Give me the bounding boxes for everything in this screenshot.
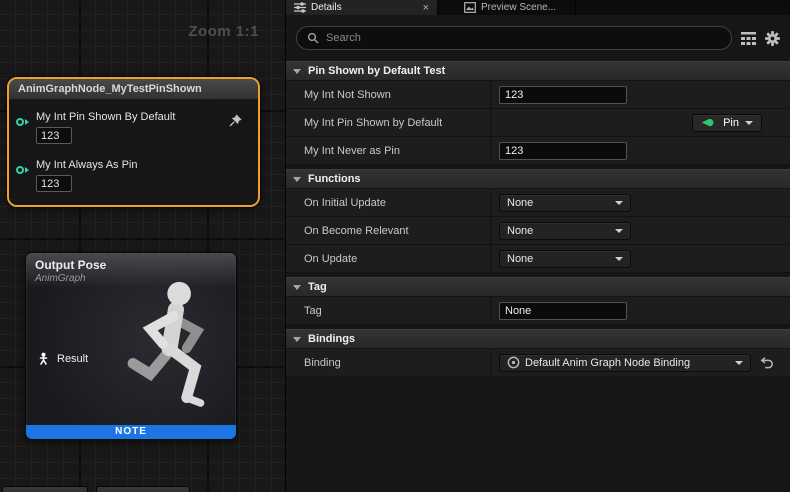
property-label: On Update <box>286 245 491 272</box>
pin-label: My Int Always As Pin <box>36 159 137 171</box>
property-label: On Initial Update <box>286 189 491 216</box>
result-pin-row: Result <box>37 352 88 365</box>
property-row: My Int Not Shown <box>286 81 790 109</box>
section-pin-shown-by-default-test: Pin Shown by Default Test My Int Not Sho… <box>286 61 790 165</box>
dropdown-value: None <box>507 197 533 209</box>
property-label: Tag <box>286 297 491 324</box>
chevron-down-icon <box>615 229 623 233</box>
node-title: Output Pose <box>35 258 227 272</box>
pin-label: My Int Pin Shown By Default <box>36 111 175 123</box>
unreal-editor-window: Zoom 1:1 AnimGraphNode_MyTestPinShown My… <box>0 0 790 492</box>
property-row: On Become Relevant None <box>286 217 790 245</box>
section-header[interactable]: Tag <box>286 277 790 297</box>
search-input[interactable] <box>326 32 721 44</box>
int-pin-icon[interactable] <box>16 118 29 126</box>
section-header[interactable]: Pin Shown by Default Test <box>286 61 790 81</box>
details-icon <box>294 2 306 13</box>
chevron-down-icon <box>615 201 623 205</box>
note-bar[interactable]: NOTE <box>26 425 236 439</box>
tab-label: Details <box>311 2 342 13</box>
node-title[interactable]: AnimGraphNode_MyTestPinShown <box>9 79 258 100</box>
property-label: On Become Relevant <box>286 217 491 244</box>
chevron-down-icon <box>293 337 301 342</box>
tab-bar: Details × Preview Scene... <box>286 0 790 15</box>
tag-input[interactable] <box>499 302 627 320</box>
partial-node[interactable] <box>96 486 190 492</box>
pin-value-input[interactable] <box>36 175 72 192</box>
search-box[interactable] <box>296 26 732 50</box>
chevron-down-icon <box>293 177 301 182</box>
mannequin-figure <box>118 277 236 439</box>
anim-graph-node-selected[interactable]: AnimGraphNode_MyTestPinShown My Int Pin … <box>7 77 260 207</box>
chevron-down-icon <box>293 285 301 290</box>
section-title: Functions <box>308 173 361 185</box>
chevron-down-icon <box>745 121 753 125</box>
section-bindings: Bindings Binding Default Anim Graph Node… <box>286 329 790 377</box>
anim-graph-canvas[interactable]: Zoom 1:1 AnimGraphNode_MyTestPinShown My… <box>0 0 285 492</box>
int-pin-icon[interactable] <box>16 166 29 174</box>
preview-scene-icon <box>464 2 476 13</box>
property-row: On Update None <box>286 245 790 273</box>
section-title: Tag <box>308 281 327 293</box>
details-empty-area <box>286 377 790 492</box>
property-row: My Int Never as Pin <box>286 137 790 165</box>
binding-icon <box>507 356 520 369</box>
pushpin-icon[interactable] <box>229 114 242 130</box>
on-become-relevant-dropdown[interactable]: None <box>499 222 631 240</box>
my-int-not-shown-input[interactable] <box>499 86 627 104</box>
chevron-down-icon <box>735 361 743 365</box>
property-row: Tag <box>286 297 790 325</box>
chevron-down-icon <box>293 69 301 74</box>
search-icon <box>307 32 319 44</box>
pose-pin-icon[interactable] <box>37 352 50 365</box>
partial-node[interactable] <box>2 486 88 492</box>
property-row: My Int Pin Shown by Default Pin <box>286 109 790 137</box>
tab-preview-scene[interactable]: Preview Scene... <box>456 0 576 15</box>
property-label: My Int Not Shown <box>286 81 491 108</box>
node-body: My Int Pin Shown By Default My Int Alway… <box>9 100 258 205</box>
pin-visibility-dropdown[interactable]: Pin <box>692 114 762 132</box>
pin-icon <box>701 118 717 127</box>
dropdown-value: None <box>507 225 533 237</box>
binding-dropdown[interactable]: Default Anim Graph Node Binding <box>499 354 751 372</box>
dropdown-value: None <box>507 253 533 265</box>
display-filter-icon[interactable] <box>741 32 756 45</box>
chevron-down-icon <box>615 257 623 261</box>
details-toolbar <box>286 15 790 61</box>
pin-value-input[interactable] <box>36 127 72 144</box>
property-label: My Int Never as Pin <box>286 137 491 164</box>
property-label: Binding <box>286 349 491 376</box>
section-title: Pin Shown by Default Test <box>308 65 445 77</box>
property-row: On Initial Update None <box>286 189 790 217</box>
output-pose-node[interactable]: Output Pose AnimGraph Result NOTE <box>25 252 237 440</box>
tab-details[interactable]: Details × <box>286 0 438 15</box>
section-header[interactable]: Functions <box>286 169 790 189</box>
on-update-dropdown[interactable]: None <box>499 250 631 268</box>
settings-gear-icon[interactable] <box>765 31 780 46</box>
node-pin-row: My Int Pin Shown By Default <box>13 111 252 144</box>
details-panel: Details × Preview Scene... <box>285 0 790 492</box>
property-label: My Int Pin Shown by Default <box>286 109 491 136</box>
section-tag: Tag Tag <box>286 277 790 325</box>
node-pin-row: My Int Always As Pin <box>13 159 252 192</box>
tab-label: Preview Scene... <box>481 2 556 13</box>
pin-visibility-value: Pin <box>723 117 739 129</box>
close-icon[interactable]: × <box>423 3 429 13</box>
my-int-never-as-pin-input[interactable] <box>499 142 627 160</box>
result-pin-label: Result <box>57 353 88 365</box>
section-header[interactable]: Bindings <box>286 329 790 349</box>
zoom-level-label: Zoom 1:1 <box>188 23 259 40</box>
binding-value: Default Anim Graph Node Binding <box>525 357 690 369</box>
section-functions: Functions On Initial Update None On Beco… <box>286 169 790 273</box>
section-title: Bindings <box>308 333 355 345</box>
reset-to-default-icon[interactable] <box>760 357 774 369</box>
property-row: Binding Default Anim Graph Node Binding <box>286 349 790 377</box>
on-initial-update-dropdown[interactable]: None <box>499 194 631 212</box>
